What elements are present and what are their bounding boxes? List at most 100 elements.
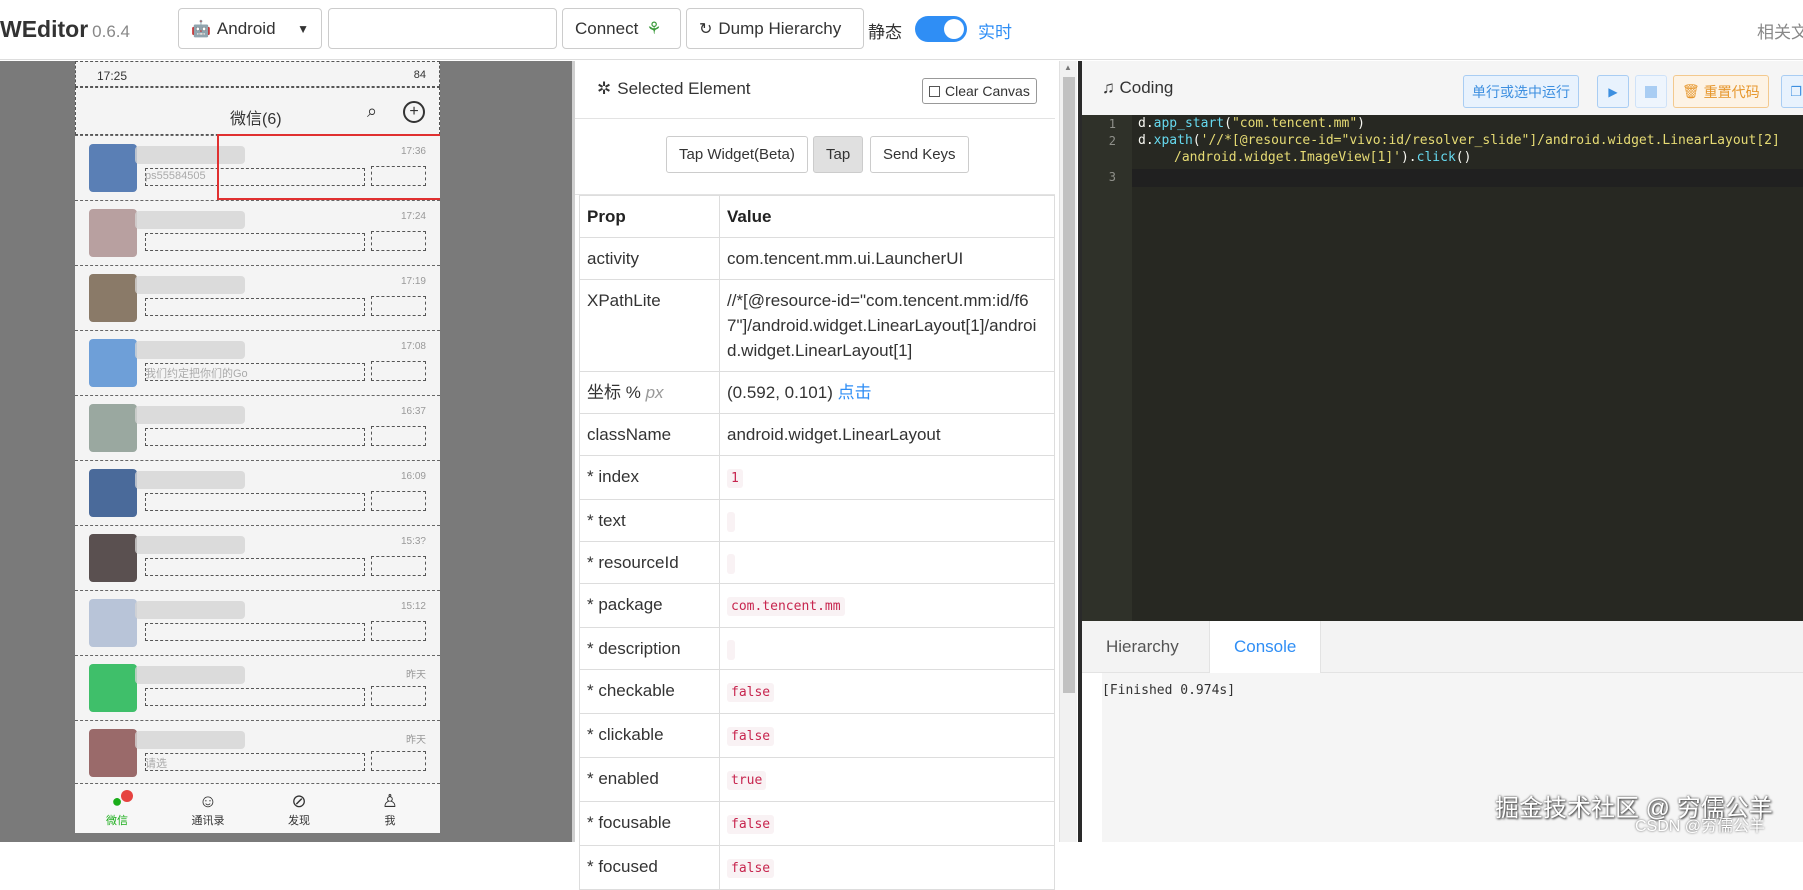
prop-key: * enabled <box>579 757 720 802</box>
message-outline <box>145 623 365 641</box>
focused-value: false <box>727 859 775 878</box>
wechat-title: 微信(6) <box>230 111 282 128</box>
chat-row[interactable]: 昨天 <box>75 655 440 721</box>
checkable-value: false <box>727 683 775 702</box>
related-link[interactable]: 相关文 <box>1757 18 1803 43</box>
selected-element-highlight <box>217 134 440 200</box>
message-outline <box>145 493 365 511</box>
code-token: d. <box>1138 133 1154 148</box>
coord-key: 坐标 % <box>587 383 641 402</box>
active-line-highlight <box>1132 169 1803 187</box>
tab-discover: ⊘ 发现 <box>259 790 339 828</box>
coding-header: ♫ Coding 单行或选中运行 ▶ 🗑 重置代码 ❐ <box>1082 61 1803 115</box>
avatar <box>89 339 137 387</box>
xpath-value: //*[@resource-id="com.tencent.mm:id/f67"… <box>719 279 1055 372</box>
badge-outline <box>371 426 426 446</box>
chat-row[interactable]: 15:3? <box>75 525 440 591</box>
message-outline <box>145 298 365 316</box>
tap-widget-button[interactable]: Tap Widget(Beta) <box>666 136 808 173</box>
chat-row[interactable]: 17:24 <box>75 200 440 266</box>
chat-time: 15:12 <box>400 601 426 612</box>
line-number: 3 <box>1108 170 1116 184</box>
blurred-name <box>135 471 245 489</box>
send-keys-button[interactable]: Send Keys <box>870 136 969 173</box>
connect-button[interactable]: Connect ⚘ <box>562 8 681 49</box>
blurred-name <box>135 276 245 294</box>
person-icon: ♙ <box>381 791 399 811</box>
code-editor[interactable]: 1 2 3 d.app_start("com.tencent.mm") d.xp… <box>1082 115 1803 621</box>
output-tabs: Hierarchy Console <box>1082 621 1803 673</box>
device-screen[interactable]: 17:25 84 微信(6) ⌕ + 17:36 ps55584505 17:24 1… <box>75 61 440 833</box>
dump-hierarchy-button[interactable]: ↻ Dump Hierarchy <box>686 8 864 49</box>
chat-row[interactable]: 16:37 <box>75 395 440 461</box>
table-row: * checkable false <box>579 669 1055 714</box>
badge-outline <box>371 686 426 706</box>
connect-label: Connect <box>575 18 639 38</box>
device-serial-input[interactable] <box>328 8 557 49</box>
props-scrollbar[interactable]: ▲ <box>1059 61 1077 842</box>
music-note-icon: ♫ <box>1102 78 1115 97</box>
chat-time: 17:19 <box>400 276 426 287</box>
table-row: * focused false <box>579 845 1055 890</box>
coding-label: Coding <box>1119 78 1174 97</box>
blurred-name <box>135 731 245 749</box>
chat-row[interactable]: 17:19 <box>75 265 440 331</box>
chat-row[interactable]: 16:09 <box>75 460 440 526</box>
prop-value: com.tencent.mm <box>719 583 1055 628</box>
table-row: * clickable false <box>579 713 1055 758</box>
reset-code-button[interactable]: 🗑 重置代码 <box>1673 75 1769 108</box>
px-toggle[interactable]: px <box>646 383 664 402</box>
platform-select[interactable]: 🤖 Android ▼ <box>178 8 322 49</box>
clear-canvas-checkbox[interactable]: Clear Canvas <box>922 78 1037 104</box>
console-text: [Finished 0.974s] <box>1102 683 1236 698</box>
prop-key: * description <box>579 627 720 670</box>
prop-value <box>719 499 1055 542</box>
table-row: * package com.tencent.mm <box>579 583 1055 628</box>
status-time: 17:25 <box>97 69 128 83</box>
blurred-name <box>135 601 245 619</box>
properties-table: Prop Value activity com.tencent.mm.ui.La… <box>579 195 1055 890</box>
prop-key: XPathLite <box>579 279 720 372</box>
blurred-name <box>135 406 245 424</box>
tab-console[interactable]: Console <box>1209 621 1322 673</box>
table-row: * text <box>579 499 1055 542</box>
badge-outline <box>371 751 426 771</box>
scrollbar-thumb[interactable] <box>1063 77 1075 693</box>
prop-key: * focusable <box>579 801 720 846</box>
app-version: 0.6.4 <box>92 22 130 41</box>
table-row: * index 1 <box>579 455 1055 500</box>
avatar <box>89 209 137 257</box>
coord-tap-link[interactable]: 点击 <box>838 383 872 402</box>
tab-contacts-label: 通讯录 <box>191 815 225 827</box>
live-mode-toggle[interactable] <box>915 16 967 42</box>
prop-key: * checkable <box>579 669 720 714</box>
tab-contacts: ☺ 通讯录 <box>168 790 248 828</box>
code-line-1: d.app_start("com.tencent.mm") <box>1138 116 1365 131</box>
table-row: * enabled true <box>579 757 1055 802</box>
gear-icon: ✲ <box>597 79 612 98</box>
screen-preview-panel: 17:25 84 微信(6) ⌕ + 17:36 ps55584505 17:24 1… <box>0 61 572 842</box>
top-toolbar: WEditor 0.6.4 🤖 Android ▼ Connect ⚘ ↻ Dum… <box>0 0 1803 60</box>
chat-row[interactable]: 15:12 <box>75 590 440 656</box>
chat-row[interactable]: 昨天 请选 <box>75 720 440 786</box>
stop-button[interactable] <box>1635 75 1667 108</box>
table-header-row: Prop Value <box>579 195 1055 238</box>
message-outline <box>145 688 365 706</box>
play-icon[interactable]: ▶ <box>1597 75 1629 108</box>
run-selected-button[interactable]: 单行或选中运行 <box>1463 75 1579 108</box>
code-token: /android.widget.ImageView[1]' <box>1174 150 1401 165</box>
focusable-value: false <box>727 815 775 834</box>
tab-hierarchy[interactable]: Hierarchy <box>1082 621 1203 673</box>
badge-outline <box>371 296 426 316</box>
stop-icon <box>1645 85 1657 98</box>
prop-value: 1 <box>719 455 1055 500</box>
code-line-2: d.xpath('//*[@resource-id="vivo:id/resol… <box>1138 133 1780 148</box>
android-icon: 🤖 <box>191 20 211 38</box>
copy-icon[interactable]: ❐ <box>1781 75 1803 108</box>
prop-value: true <box>719 757 1055 802</box>
prop-key: activity <box>579 237 720 280</box>
caret-down-icon: ▼ <box>297 21 309 36</box>
prop-key: * focused <box>579 845 720 890</box>
chat-row[interactable]: 17:08 我们约定把你们的Go <box>75 330 440 396</box>
tap-button[interactable]: Tap <box>813 136 864 173</box>
